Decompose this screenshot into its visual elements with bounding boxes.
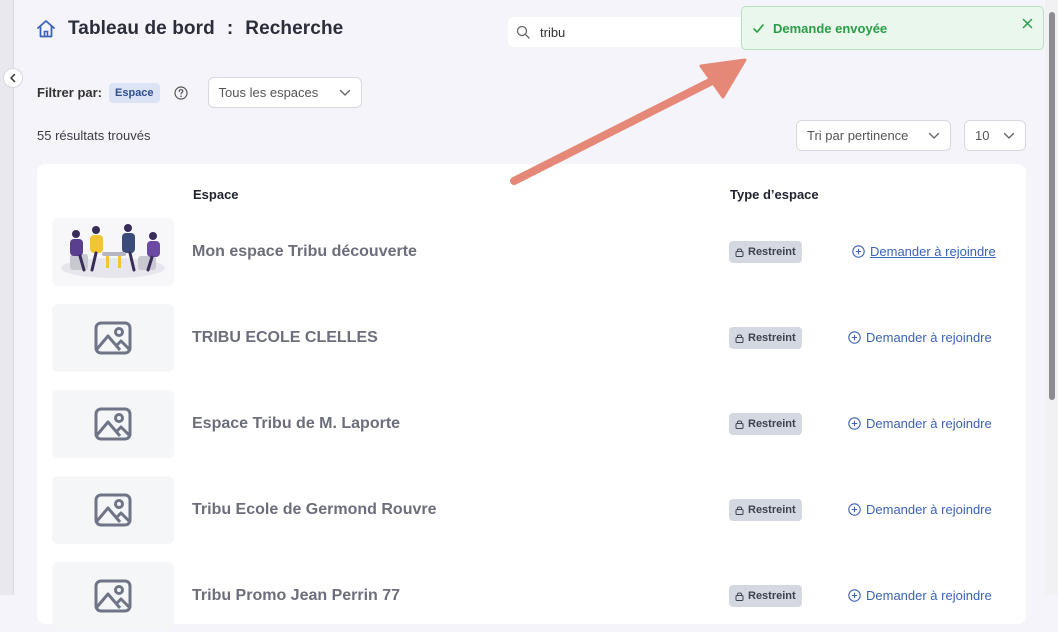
status-badge: Restreint <box>729 327 802 349</box>
request-join-label: Demander à rejoindre <box>866 588 992 603</box>
table-row[interactable]: Espace Tribu de M. Laporte Restreint Dem… <box>37 390 1026 460</box>
chevron-down-icon <box>339 89 350 96</box>
status-badge: Restreint <box>729 499 802 521</box>
chevron-down-icon <box>1003 132 1015 139</box>
status-badge-label: Restreint <box>748 332 796 344</box>
request-join-label: Demander à rejoindre <box>866 502 992 517</box>
request-join-button[interactable]: Demander à rejoindre <box>848 330 992 345</box>
home-icon[interactable] <box>36 19 56 39</box>
search-input[interactable] <box>538 23 722 41</box>
image-placeholder-icon <box>52 562 174 630</box>
page-title: Tableau de bord: Recherche <box>68 18 343 40</box>
request-join-label: Demander à rejoindre <box>866 330 992 345</box>
lock-icon <box>735 506 744 515</box>
success-toast: Demande envoyée <box>741 6 1044 50</box>
image-placeholder-icon <box>52 304 174 372</box>
plus-circle-icon <box>848 589 861 602</box>
space-title[interactable]: TRIBU ECOLE CLELLES <box>192 329 378 347</box>
page-header: Tableau de bord: Recherche <box>36 18 343 40</box>
status-badge-label: Restreint <box>748 418 796 430</box>
space-filter-value: Tous les espaces <box>218 85 319 100</box>
breadcrumb-separator: : <box>226 18 234 39</box>
sort-select[interactable]: Tri par pertinence <box>796 120 951 151</box>
plus-circle-icon <box>852 245 865 258</box>
request-join-button[interactable]: Demander à rejoindre <box>848 416 992 431</box>
table-row[interactable]: Tribu Promo Jean Perrin 77 Restreint Dem… <box>37 562 1026 632</box>
filter-chip-espace[interactable]: Espace <box>109 82 160 103</box>
status-badge-label: Restreint <box>748 246 796 258</box>
image-placeholder-icon <box>52 390 174 458</box>
column-header-type: Type d’espace <box>730 187 819 202</box>
filter-row: Filtrer par: Espace Tous les espaces <box>37 77 362 108</box>
status-badge-label: Restreint <box>748 504 796 516</box>
chevron-left-icon <box>10 73 16 83</box>
toast-message: Demande envoyée <box>773 20 888 36</box>
check-icon <box>753 23 764 33</box>
sort-value: Tri par pertinence <box>807 128 909 143</box>
space-title[interactable]: Mon espace Tribu découverte <box>192 243 417 261</box>
results-count: 55 résultats trouvés <box>37 128 151 143</box>
page-size-select[interactable]: 10 <box>964 120 1026 151</box>
request-join-label: Demander à rejoindre <box>870 244 996 259</box>
column-header-space: Espace <box>193 187 239 202</box>
request-join-button[interactable]: Demander à rejoindre <box>852 244 996 259</box>
collapse-sidebar-button[interactable] <box>3 68 23 88</box>
lock-icon <box>735 592 744 601</box>
filter-label: Filtrer par: <box>37 85 103 100</box>
search-icon <box>516 25 530 39</box>
plus-circle-icon <box>848 417 861 430</box>
close-icon[interactable] <box>1021 17 1034 30</box>
space-filter-select[interactable]: Tous les espaces <box>207 77 362 108</box>
plus-circle-icon <box>848 503 861 516</box>
space-thumbnail-illustration <box>52 218 174 286</box>
space-title[interactable]: Espace Tribu de M. Laporte <box>192 415 400 433</box>
chevron-down-icon <box>928 132 940 139</box>
image-placeholder-icon <box>52 476 174 544</box>
status-badge-label: Restreint <box>748 590 796 602</box>
results-table: Espace Type d’espace Mon espace Tribu dé… <box>37 164 1026 630</box>
table-row[interactable]: Tribu Ecole de Germond Rouvre Restreint … <box>37 476 1026 546</box>
request-join-button[interactable]: Demander à rejoindre <box>848 502 992 517</box>
space-title[interactable]: Tribu Promo Jean Perrin 77 <box>192 587 400 605</box>
status-badge: Restreint <box>729 585 802 607</box>
space-title[interactable]: Tribu Ecole de Germond Rouvre <box>192 501 437 519</box>
breadcrumb-current: Recherche <box>245 18 344 39</box>
lock-icon <box>735 334 744 343</box>
left-rail <box>0 0 14 595</box>
request-join-label: Demander à rejoindre <box>866 416 992 431</box>
request-join-button[interactable]: Demander à rejoindre <box>848 588 992 603</box>
status-badge: Restreint <box>729 241 802 263</box>
help-icon[interactable] <box>173 85 188 100</box>
search-box[interactable] <box>508 17 748 47</box>
breadcrumb-dashboard[interactable]: Tableau de bord <box>68 18 215 39</box>
scrollbar[interactable] <box>1045 0 1058 595</box>
page-size-value: 10 <box>975 128 990 143</box>
lock-icon <box>735 420 744 429</box>
status-badge: Restreint <box>729 413 802 435</box>
scrollbar-thumb[interactable] <box>1049 12 1055 400</box>
table-row[interactable]: TRIBU ECOLE CLELLES Restreint Demander à… <box>37 304 1026 374</box>
table-row[interactable]: Mon espace Tribu découverte Restreint De… <box>37 218 1026 288</box>
plus-circle-icon <box>848 331 861 344</box>
lock-icon <box>735 248 744 257</box>
